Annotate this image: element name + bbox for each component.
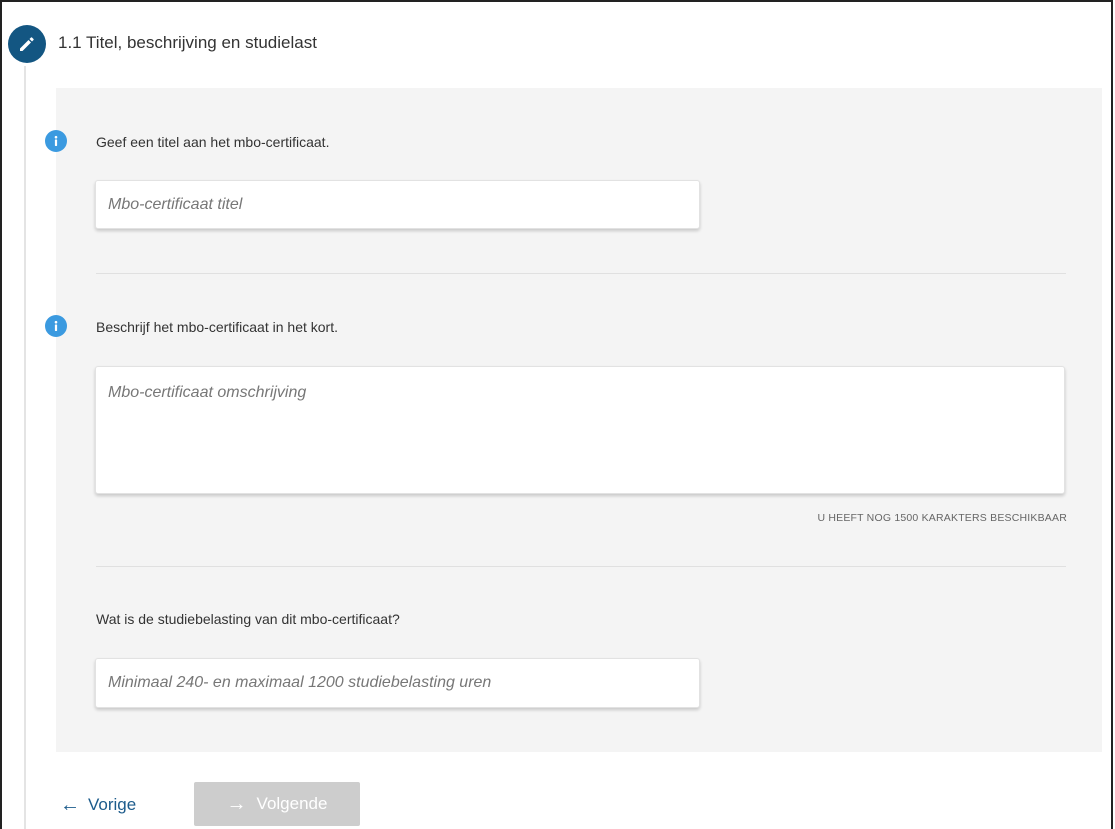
divider: [96, 566, 1066, 567]
title-placeholder: Mbo-certificaat titel: [108, 195, 243, 213]
pencil-icon: [8, 25, 46, 63]
arrow-left-icon: ←: [60, 793, 80, 816]
info-icon[interactable]: [45, 130, 67, 152]
next-label: Volgende: [256, 794, 328, 813]
description-label: Beschrijf het mbo-certificaat in het kor…: [96, 319, 338, 335]
character-counter: U HEEFT NOG 1500 KARAKTERS BESCHIKBAAR: [817, 512, 1067, 524]
previous-label: Vorige: [88, 795, 137, 814]
divider: [96, 273, 1066, 274]
next-button[interactable]: → Volgende: [194, 782, 360, 826]
study-load-placeholder: Minimaal 240- en maximaal 1200 studiebel…: [108, 674, 492, 691]
section-title: 1.1 Titel, beschrijving en studielast: [58, 33, 317, 52]
arrow-right-icon: →: [226, 792, 247, 815]
description-placeholder: Mbo-certificaat omschrijving: [108, 384, 307, 401]
title-input[interactable]: Mbo-certificaat titel: [95, 180, 700, 229]
title-label: Geef een titel aan het mbo-certificaat.: [96, 134, 330, 150]
description-textarea[interactable]: Mbo-certificaat omschrijving: [95, 366, 1065, 494]
study-load-input[interactable]: Minimaal 240- en maximaal 1200 studiebel…: [95, 658, 700, 708]
step-rail: [24, 66, 26, 829]
info-icon[interactable]: [45, 315, 67, 337]
study-load-label: Wat is de studiebelasting van dit mbo-ce…: [96, 611, 400, 627]
previous-button[interactable]: ← Vorige: [60, 787, 136, 823]
